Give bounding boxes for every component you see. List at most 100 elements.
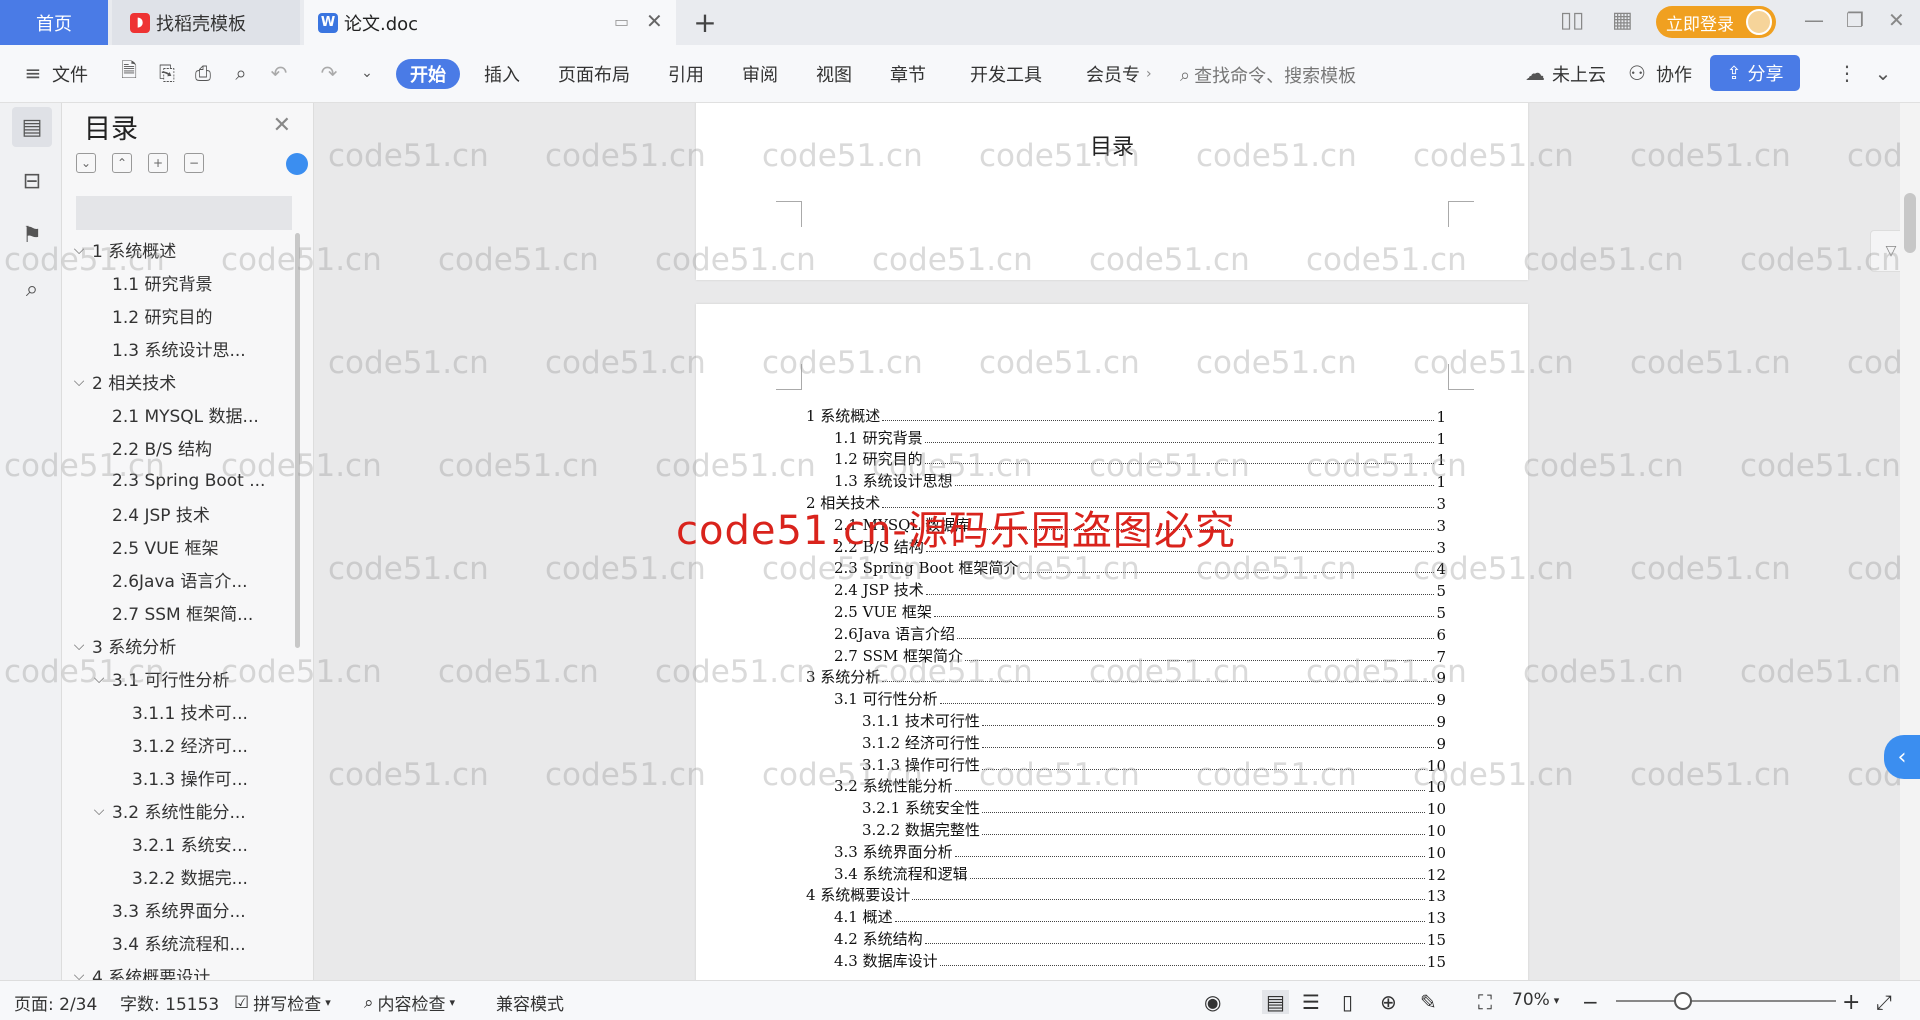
layout-icon[interactable]: ▯▯ (1560, 8, 1584, 33)
chevron-down-icon[interactable]: ⌵ (70, 242, 88, 258)
toc-item[interactable]: 1.1 研究背景 (62, 266, 302, 299)
ribbon-tab-insert[interactable]: 插入 (484, 59, 520, 89)
ribbon-tab-review[interactable]: 审阅 (742, 59, 778, 89)
toc-item[interactable]: 1.2 研究目的 (62, 299, 302, 332)
expand-all-icon[interactable]: ⌄ (76, 153, 96, 173)
remove-heading-icon[interactable]: − (184, 153, 204, 173)
ai-assistant-icon[interactable] (286, 153, 308, 175)
toc-item[interactable]: 2.4 JSP 技术 (62, 497, 302, 530)
web-view-icon[interactable]: ⊕ (1380, 990, 1397, 1014)
close-window-icon[interactable]: ✕ (1888, 8, 1905, 32)
eye-protection-icon[interactable]: ◉ (1204, 990, 1221, 1014)
document-toc-line[interactable]: 2.6Java 语言介绍 6 (806, 622, 1446, 644)
close-tab-icon[interactable]: ✕ (646, 9, 663, 33)
ribbon-tab-layout[interactable]: 页面布局 (558, 59, 630, 89)
document-toc-line[interactable]: 3.1.1 技术可行性 9 (806, 709, 1446, 731)
document-toc-line[interactable]: 4 系统概要设计 13 (806, 884, 1446, 905)
toc-item[interactable]: 2.1 MYSQL 数据... (62, 398, 302, 431)
document-toc-line[interactable]: 3.1.2 经济可行性 9 (806, 731, 1446, 753)
document-toc-line[interactable]: 4.3 数据库设计 15 (806, 949, 1446, 971)
document-toc-line[interactable]: 4.2 系统结构 15 (806, 927, 1446, 949)
new-tab-button[interactable]: + (690, 6, 720, 39)
toc-item[interactable]: 3.2.1 系统安... (62, 827, 302, 860)
cloud-status-button[interactable]: 未上云 (1552, 59, 1606, 89)
restore-icon[interactable]: ❐ (1846, 8, 1864, 32)
tab-document[interactable]: W 论文.doc ▭ ✕ (304, 0, 676, 45)
command-search-input[interactable]: ⌕ 查找命令、搜索模板 (1180, 62, 1356, 88)
document-toc-line[interactable]: 3.1 可行性分析 9 (806, 687, 1446, 709)
menu-icon[interactable]: ≡ (22, 61, 44, 85)
more-options-icon[interactable]: ⋮ (1836, 61, 1858, 85)
zoom-slider[interactable] (1616, 1000, 1836, 1002)
fullscreen-icon[interactable]: ⤢ (1876, 990, 1892, 1014)
file-menu[interactable]: 文件 (52, 59, 88, 89)
toc-item[interactable]: ⌵ 3.2 系统性能分... (62, 794, 302, 827)
toc-item[interactable]: 2.7 SSM 框架简... (62, 596, 302, 629)
zoom-in-icon[interactable]: + (1842, 990, 1860, 1015)
document-toc-line[interactable]: 3.2.1 系统安全性 10 (806, 796, 1446, 818)
collapse-ribbon-icon[interactable]: ⌄ (1872, 61, 1894, 85)
toc-panel-icon[interactable]: ▤ (12, 107, 52, 147)
quick-access-dropdown-icon[interactable]: ⌄ (356, 62, 378, 84)
chevron-down-icon[interactable]: ⌵ (70, 374, 88, 390)
filter-icon[interactable]: ▽ (1870, 230, 1900, 272)
add-heading-icon[interactable]: + (148, 153, 168, 173)
document-toc-line[interactable]: 2.4 JSP 技术 5 (806, 578, 1446, 600)
document-toc-line[interactable]: 2.3 Spring Boot 框架简介 4 (806, 557, 1446, 578)
print-icon[interactable]: ⎙ (192, 61, 214, 85)
document-toc-line[interactable]: 3.2 系统性能分析 10 (806, 775, 1446, 796)
toc-item[interactable]: 2.5 VUE 框架 (62, 530, 302, 563)
toc-item[interactable]: ⌵ 4 系统概要设计 (62, 959, 302, 981)
chevron-down-icon[interactable]: ⌵ (70, 968, 88, 981)
grid-apps-icon[interactable]: ▦ (1612, 8, 1633, 33)
ribbon-tab-references[interactable]: 引用 (668, 59, 704, 89)
toc-item[interactable]: 2.2 B/S 结构 (62, 431, 302, 464)
document-toc-line[interactable]: 1 系统概述 1 (806, 404, 1446, 426)
outline-view-icon[interactable]: ☰ (1302, 990, 1320, 1014)
side-panel-toggle-icon[interactable]: ‹ (1884, 735, 1920, 779)
document-toc-line[interactable]: 2.5 VUE 框架 5 (806, 600, 1446, 622)
fit-page-icon[interactable]: ⛶ (1478, 990, 1492, 1014)
save-icon[interactable]: 🗎 (118, 58, 140, 84)
toc-item[interactable]: 3.1.3 操作可... (62, 761, 302, 794)
toc-item[interactable]: ⌵ 1 系统概述 (62, 233, 302, 266)
collaborate-button[interactable]: 协作 (1656, 59, 1692, 89)
ribbon-tab-view[interactable]: 视图 (816, 59, 852, 89)
scrollbar-thumb[interactable] (1904, 193, 1916, 253)
close-icon[interactable]: ✕ (273, 113, 291, 138)
document-toc-line[interactable]: 3.1.3 操作可行性 10 (806, 753, 1446, 775)
toc-item[interactable]: ⌵ 3 系统分析 (62, 629, 302, 662)
page-view-icon[interactable]: ▤ (1262, 990, 1289, 1014)
toc-item[interactable]: 3.4 系统流程和... (62, 926, 302, 959)
zoom-out-icon[interactable]: − (1582, 990, 1599, 1014)
tab-daoke-templates[interactable]: ◗ 找稻壳模板 (112, 0, 300, 45)
document-toc-line[interactable]: 4.1 概述 13 (806, 905, 1446, 927)
ribbon-tab-chapter[interactable]: 章节 (890, 59, 926, 89)
toc-item[interactable]: 3.3 系统界面分... (62, 893, 302, 926)
ribbon-tab-member[interactable]: 会员专 (1086, 59, 1140, 89)
undo-icon[interactable]: ↶ (268, 61, 290, 85)
toc-item[interactable]: 3.1.2 经济可... (62, 728, 302, 761)
document-toc-line[interactable]: 1.2 研究目的 1 (806, 448, 1446, 469)
reading-view-icon[interactable]: ▯ (1342, 990, 1353, 1014)
toc-blank-entry[interactable] (76, 196, 292, 230)
toc-item[interactable]: ⌵ 3.1 可行性分析 (62, 662, 302, 695)
document-toc-line[interactable]: 1.1 研究背景 1 (806, 426, 1446, 448)
ribbon-tab-start[interactable]: 开始 (396, 59, 460, 89)
toc-item[interactable]: 2.6Java 语言介... (62, 563, 302, 596)
print-preview-icon[interactable]: ⌕ (230, 61, 252, 85)
ribbon-tab-developer[interactable]: 开发工具 (970, 59, 1042, 89)
tab-home[interactable]: 首页 (0, 0, 108, 45)
document-toc-line[interactable]: 1.3 系统设计思想 1 (806, 469, 1446, 491)
chevron-down-icon[interactable]: ⌵ (90, 671, 108, 687)
zoom-level[interactable]: 70% ▾ (1512, 990, 1559, 1010)
toc-item[interactable]: 3.2.2 数据完... (62, 860, 302, 893)
toc-item[interactable]: 2.3 Spring Boot ... (62, 464, 302, 497)
page-indicator[interactable]: 页面: 2/34 (14, 990, 97, 1015)
redo-icon[interactable]: ↷ (318, 61, 340, 85)
chevron-down-icon[interactable]: ⌵ (90, 803, 108, 819)
document-toc-line[interactable]: 3.4 系统流程和逻辑 12 (806, 862, 1446, 884)
document-toc-line[interactable]: 3 系统分析 9 (806, 666, 1446, 687)
chapter-nav-icon[interactable]: ⊟ (12, 161, 52, 201)
chevron-down-icon[interactable]: ⌵ (70, 638, 88, 654)
